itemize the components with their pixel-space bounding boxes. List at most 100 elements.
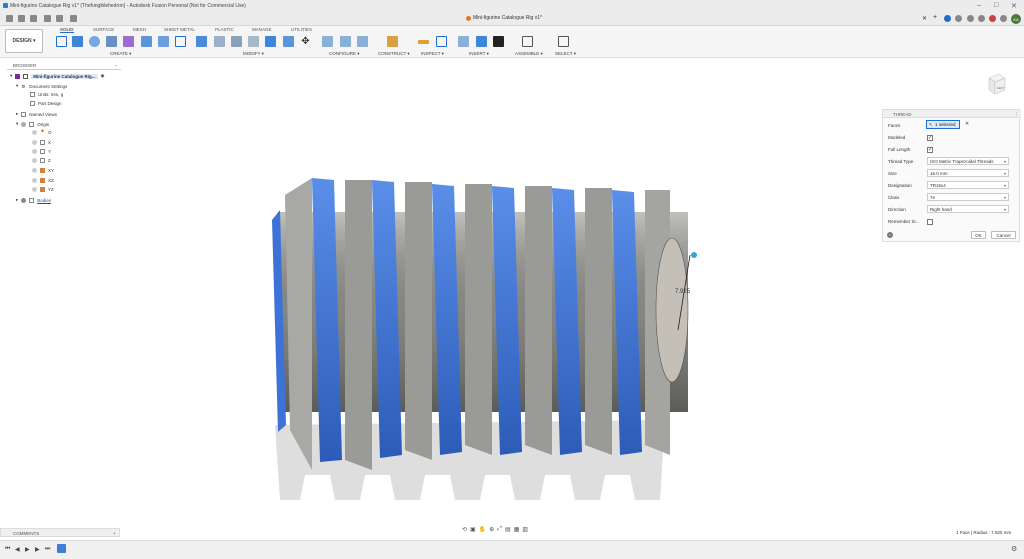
remember-size-checkbox[interactable]: [927, 219, 933, 225]
avatar[interactable]: KA: [1011, 14, 1021, 24]
insert-svg-icon[interactable]: [493, 36, 504, 47]
help-icon[interactable]: [1000, 15, 1007, 22]
sidebar-item-document-settings[interactable]: ▾ ⚙ Document Settings: [16, 83, 67, 89]
sidebar-item-origin-point[interactable]: ✦ O: [32, 129, 52, 135]
parameters-icon[interactable]: [322, 36, 333, 47]
group-construct[interactable]: CONSTRUCT ▾: [378, 51, 410, 57]
thread-panel-header[interactable]: THREAD ⋮: [883, 110, 1021, 118]
chamfer-icon[interactable]: [231, 36, 242, 47]
press-pull-icon[interactable]: [196, 36, 207, 47]
chevron-down-icon[interactable]: ▾: [10, 73, 12, 79]
file-icon[interactable]: [18, 15, 25, 22]
maximize-icon[interactable]: □: [994, 2, 998, 9]
viewports-icon[interactable]: ▥: [522, 526, 528, 533]
sidebar-item-plane-xz[interactable]: XZ: [32, 178, 54, 183]
pattern-icon[interactable]: [158, 36, 169, 47]
group-modify[interactable]: MODIFY ▾: [243, 51, 264, 57]
class-select[interactable]: 7e ▾: [927, 193, 1009, 201]
eye-icon[interactable]: [32, 130, 37, 135]
zoom-icon[interactable]: ⊕: [489, 526, 494, 533]
select-icon[interactable]: [558, 36, 569, 47]
insert-image-icon[interactable]: [476, 36, 487, 47]
new-component-icon[interactable]: [522, 36, 533, 47]
group-create[interactable]: CREATE ▾: [110, 51, 131, 57]
eye-icon[interactable]: [32, 178, 37, 183]
chevron-down-icon[interactable]: ▾: [16, 121, 18, 127]
group-inspect[interactable]: INSPECT ▾: [421, 51, 444, 57]
move-icon[interactable]: ✥: [300, 36, 311, 47]
notifications-icon[interactable]: [967, 15, 974, 22]
dimension-label[interactable]: 7.925: [675, 289, 691, 295]
go-to-start-icon[interactable]: ⏮: [5, 546, 10, 553]
direction-select[interactable]: Right hand ▾: [927, 205, 1009, 213]
new-sketch-icon[interactable]: [56, 36, 67, 47]
orbit-icon[interactable]: ⟲: [462, 526, 467, 533]
model-viewport[interactable]: 7.925: [250, 170, 710, 510]
sidebar-item-plane-xy[interactable]: XY: [32, 168, 54, 173]
sidebar-item-axis-z[interactable]: Z: [32, 158, 51, 163]
play-icon[interactable]: ▶: [25, 546, 30, 553]
sidebar-item-plane-yz[interactable]: YZ: [32, 187, 54, 192]
add-comment-icon[interactable]: +: [113, 531, 116, 536]
sidebar-item-bodies[interactable]: ▸ Bodies: [16, 197, 51, 203]
ok-button[interactable]: OK: [971, 231, 986, 239]
faces-selector[interactable]: ↖ 1 selected: [926, 120, 960, 129]
eye-icon[interactable]: [21, 197, 27, 203]
eye-icon[interactable]: [32, 149, 37, 154]
radio-icon[interactable]: ◉: [101, 73, 105, 79]
group-configure[interactable]: CONFIGURE ▾: [329, 51, 360, 57]
extensions-icon[interactable]: [944, 15, 951, 22]
sidebar-item-named-views[interactable]: ▸ Named Views: [16, 111, 57, 117]
rib-icon[interactable]: [141, 36, 152, 47]
look-at-icon[interactable]: ▣: [470, 526, 476, 533]
workspace-switcher[interactable]: DESIGN ▾: [5, 29, 43, 53]
eye-icon[interactable]: [32, 140, 37, 145]
revolve-icon[interactable]: [89, 36, 100, 47]
home-icon[interactable]: [70, 15, 77, 22]
measure-icon[interactable]: [418, 40, 429, 44]
document-tab[interactable]: Mini-figurine Catalogue Rig v1*: [466, 15, 542, 21]
more-icon[interactable]: ⋮: [1014, 112, 1019, 118]
job-status-icon[interactable]: [955, 15, 962, 22]
browser-root[interactable]: ▾ Mini-figurine Catalogue Rig... ◉: [10, 73, 104, 79]
tab-sheet-metal[interactable]: SHEET METAL: [164, 27, 195, 32]
pan-icon[interactable]: ✋: [479, 526, 486, 533]
split-icon[interactable]: [283, 36, 294, 47]
combine-icon[interactable]: [265, 36, 276, 47]
extrude-icon[interactable]: [72, 36, 83, 47]
collapse-icon[interactable]: –: [115, 63, 118, 68]
sidebar-item-axis-y[interactable]: Y: [32, 149, 51, 154]
fit-icon[interactable]: ⤢: [497, 526, 502, 533]
sidebar-item-units[interactable]: Units: mm, g: [30, 92, 63, 97]
manipulator-handle[interactable]: [691, 252, 697, 258]
thread-type-select[interactable]: ISO Metric Trapezoidal Threads ▾: [927, 157, 1009, 165]
offset-plane-icon[interactable]: [387, 36, 398, 47]
sidebar-item-part-design[interactable]: Part Design: [30, 101, 62, 106]
comments-panel[interactable]: COMMENTS +: [0, 528, 120, 537]
group-insert[interactable]: INSERT ▾: [469, 51, 489, 57]
eye-icon[interactable]: [32, 187, 37, 192]
insert-derive-icon[interactable]: [458, 36, 469, 47]
alerts-icon[interactable]: [989, 15, 996, 22]
tab-mesh[interactable]: MESH: [133, 27, 146, 32]
group-assemble[interactable]: ASSEMBLE ▾: [515, 51, 543, 57]
tab-utilities[interactable]: UTILITIES: [291, 27, 312, 32]
redo-icon[interactable]: [56, 15, 63, 22]
tab-solid[interactable]: SOLID: [60, 27, 74, 33]
mirror-icon[interactable]: [175, 36, 186, 47]
modeled-checkbox[interactable]: ✓: [927, 135, 933, 141]
sidebar-item-axis-x[interactable]: X: [32, 140, 51, 145]
minimize-icon[interactable]: –: [977, 2, 981, 9]
close-icon[interactable]: ✕: [1011, 2, 1017, 10]
eye-icon[interactable]: [32, 168, 37, 173]
chevron-right-icon[interactable]: ▸: [16, 111, 18, 117]
size-select[interactable]: 16.0 mm ▾: [927, 169, 1009, 177]
loft-icon[interactable]: [123, 36, 134, 47]
go-to-end-icon[interactable]: ⏭: [45, 546, 50, 553]
timeline-feature[interactable]: [57, 544, 66, 553]
clear-selection-icon[interactable]: ✕: [965, 121, 969, 127]
eye-icon[interactable]: [21, 121, 27, 127]
step-back-icon[interactable]: ◀: [15, 546, 20, 553]
cancel-button[interactable]: Cancel: [991, 231, 1016, 239]
step-forward-icon[interactable]: ▶: [35, 546, 40, 553]
